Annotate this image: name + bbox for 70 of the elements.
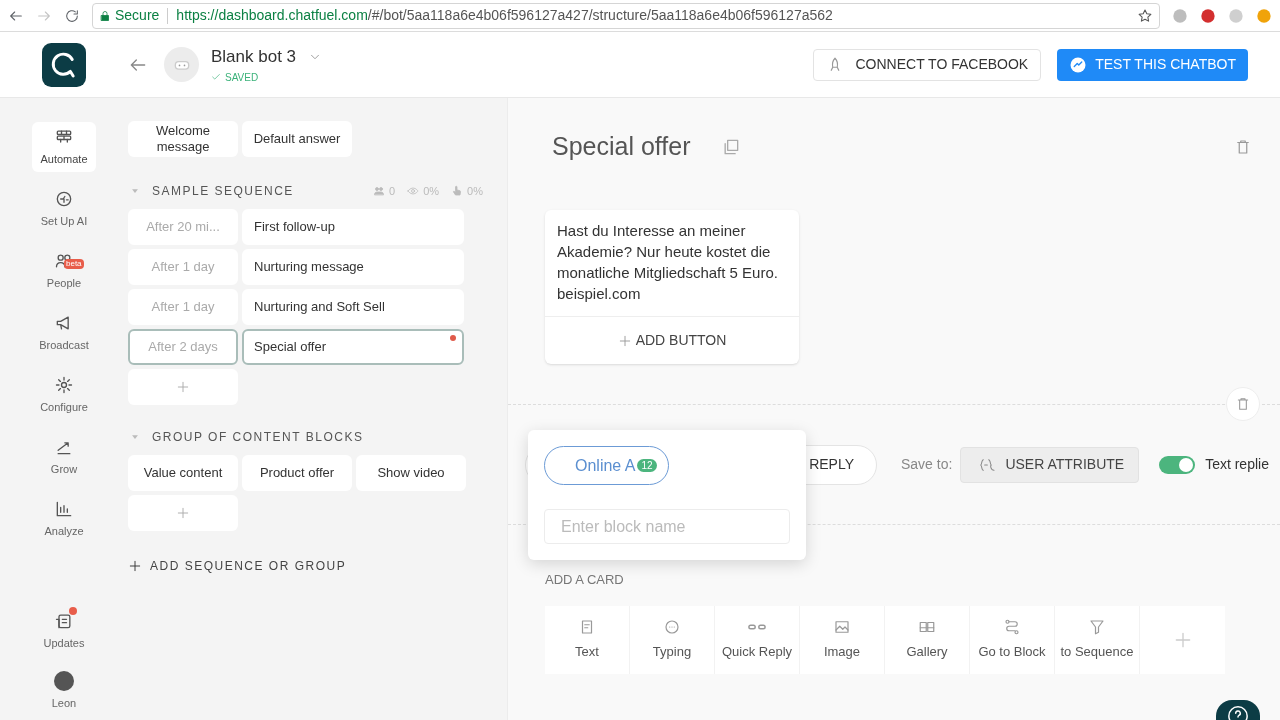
nav-item[interactable]: beta People (32, 246, 96, 296)
beta-badge: beta (64, 258, 84, 269)
delete-button[interactable] (1226, 387, 1260, 421)
nav-item[interactable]: Grow (32, 432, 96, 482)
reload-icon (64, 7, 80, 24)
trash-icon (1235, 396, 1251, 412)
add-card-option[interactable]: Text (545, 605, 630, 674)
add-card-option[interactable]: Go to Block (970, 605, 1055, 674)
star-icon (1137, 7, 1153, 24)
nav-item[interactable]: Updates (32, 606, 96, 656)
nav-item[interactable]: Broadcast (32, 308, 96, 358)
add-card-label: ADD A CARD (545, 571, 625, 589)
nav-item[interactable]: Leon (32, 666, 96, 716)
section-title: SAMPLE SEQUENCE (152, 183, 294, 200)
user-attribute-button[interactable]: USER ATTRIBUTE (960, 446, 1140, 483)
hand-icon (451, 185, 464, 197)
route-icon (1003, 617, 1021, 636)
user-avatar (54, 670, 74, 691)
nav-item[interactable]: Analyze (32, 494, 96, 544)
url-text[interactable]: https://dashboard.chatfuel.com/#/bot/5aa118a6e4b06f596127a427/structure/5aa118a6e4b06f596127a562 (176, 5, 833, 26)
trash-icon (1234, 138, 1252, 156)
block-name-input[interactable]: Enter block name (544, 509, 790, 544)
extension-icon (1228, 7, 1244, 24)
settings-icon (54, 374, 74, 395)
add-card-option[interactable]: Gallery (885, 605, 970, 674)
users-icon (373, 185, 386, 197)
messenger-icon (1069, 55, 1088, 74)
save-to-label: Save to: (901, 455, 953, 474)
block-chip[interactable]: Show video (356, 455, 466, 491)
extension-icon (1172, 7, 1188, 24)
nav-item[interactable]: Configure (32, 370, 96, 420)
add-card-option[interactable]: Image (800, 605, 885, 674)
count-badge: 12 (637, 459, 657, 472)
connect-facebook-button[interactable]: CONNECT TO FACEBOOK (812, 48, 1042, 81)
block-chip[interactable]: Welcome message (128, 121, 238, 157)
eye-icon (407, 185, 420, 197)
plus-icon (128, 559, 142, 573)
filter-icon (1088, 617, 1106, 636)
block-title[interactable]: Special offer (552, 128, 691, 166)
add-card-option[interactable]: Typing (630, 605, 715, 674)
sequence-block[interactable]: Special offer (242, 329, 464, 365)
sequence-block[interactable]: First follow-up (242, 209, 464, 245)
plus-icon (176, 506, 190, 520)
sequence-block[interactable]: Nurturing and Soft Sell (242, 289, 464, 325)
block-chip[interactable]: Product offer (242, 455, 352, 491)
pills-icon (748, 623, 766, 630)
sequence-block[interactable]: Nurturing message (242, 249, 464, 285)
add-card-option[interactable]: Quick Reply (715, 605, 800, 674)
chat-bubble-icon (663, 617, 681, 636)
nav-item[interactable]: Automate (32, 122, 96, 172)
section-title: GROUP OF CONTENT BLOCKS (152, 429, 364, 446)
block-chip[interactable]: Default answer (242, 121, 352, 157)
plus-icon (617, 333, 632, 348)
logo-icon (42, 42, 86, 87)
secure-label: Secure (115, 6, 160, 25)
save-status: SAVED (225, 70, 259, 85)
nav-item[interactable]: Set Up AI (32, 184, 96, 234)
plus-icon (176, 380, 190, 394)
extension-icon (1200, 7, 1216, 24)
toggle-switch[interactable] (1159, 455, 1196, 474)
add-card-option[interactable]: to Sequence (1055, 605, 1140, 674)
text-replies-label: Text replie (1205, 455, 1269, 474)
block-chip[interactable]: Value content (128, 455, 238, 491)
message-text[interactable]: Hast du Interesse an meiner Akademie? Nur heute kostet die monatliche Mitgliedschaft 5 Euro. beispiel.com (545, 210, 799, 316)
warning-icon (1256, 7, 1272, 24)
bot-name: Blank bot 3 (211, 46, 297, 69)
check-icon (211, 72, 221, 83)
add-sequence-link[interactable]: ADD SEQUENCE OR GROUP (128, 557, 487, 575)
add-button[interactable]: ADD BUTTON (545, 316, 799, 364)
lock-icon (99, 9, 111, 22)
